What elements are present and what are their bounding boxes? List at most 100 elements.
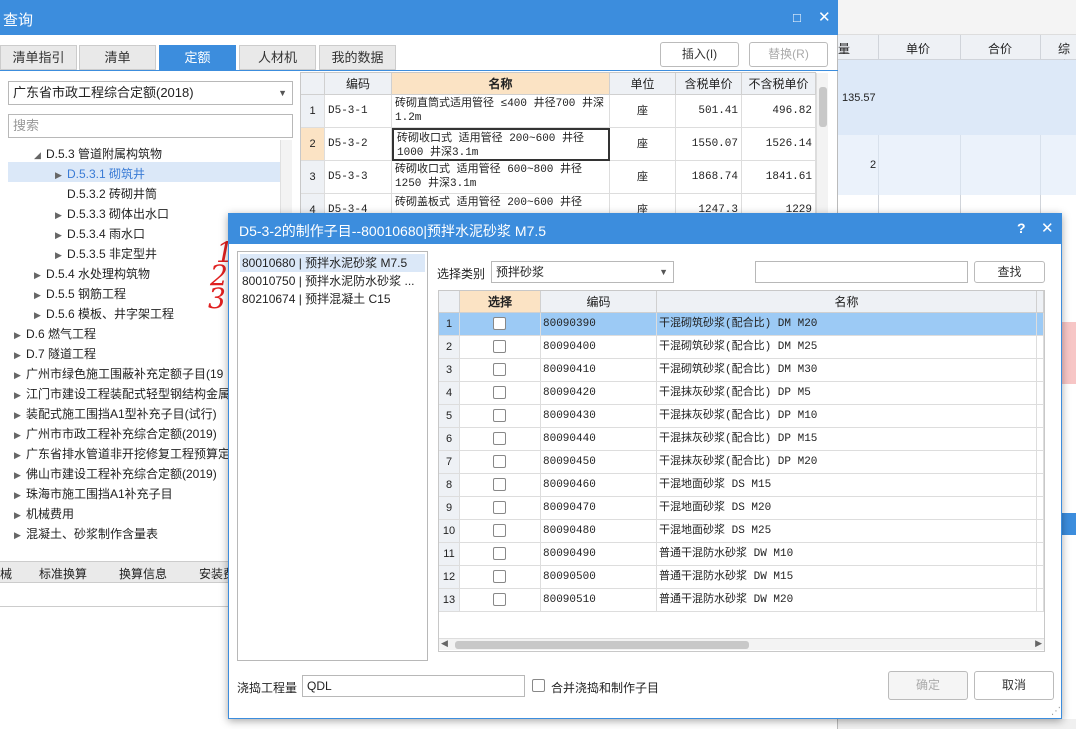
row-name: 干混砌筑砂浆(配合比) DM M20 <box>657 313 1037 336</box>
row-number: 6 <box>439 428 460 451</box>
tree-item-d-6[interactable]: ▶ D.6 燃气工程 <box>14 325 96 342</box>
row-checkbox[interactable] <box>493 409 506 422</box>
scroll-right-icon[interactable]: ▶ <box>1035 638 1042 649</box>
ok-button[interactable]: 确定 <box>888 671 968 700</box>
tree-item-guangdong-drainage[interactable]: ▶ 广东省排水管道非开挖修复工程预算定 <box>14 445 230 462</box>
row-code: 80090480 <box>541 520 657 543</box>
tab-bill[interactable]: 清单 <box>79 45 156 70</box>
query-titlebar: 查询 □ ✕ <box>0 0 838 35</box>
collapsed-icon: ▶ <box>14 510 21 520</box>
bg-highlight <box>1062 322 1076 384</box>
category-select[interactable]: 预拌砂浆 ▼ <box>491 261 674 283</box>
scroll-thumb[interactable] <box>819 87 827 127</box>
tree-item-prefab-fence[interactable]: ▶ 装配式施工围挡A1型补充子目(试行) <box>14 405 217 422</box>
bg-col-qty: 量 <box>838 42 851 56</box>
material-item[interactable]: 80010750 | 预拌水泥防水砂浆 ... <box>240 272 425 290</box>
tree-item-d-7[interactable]: ▶ D.7 隧道工程 <box>14 345 96 362</box>
tree-item-foshan[interactable]: ▶ 佛山市建设工程补充综合定额(2019) <box>14 465 217 482</box>
bg-col-total: 合价 <box>988 42 1013 56</box>
row-code: 80090410 <box>541 359 657 382</box>
quota-header-price-notax: 不含税单价 <box>742 73 816 95</box>
material-item[interactable]: 80010680 | 预拌水泥砂浆 M7.5 <box>240 254 425 272</box>
tree-item-d-5-3-1[interactable]: ▶ D.5.3.1 砌筑井 <box>55 165 145 182</box>
cancel-button[interactable]: 取消 <box>974 671 1054 700</box>
row-checkbox[interactable] <box>493 340 506 353</box>
tree-item-machinery[interactable]: ▶ 机械费用 <box>14 505 74 522</box>
row-name: 干混抹灰砂浆(配合比) DP M20 <box>657 451 1037 474</box>
resize-grip-icon[interactable]: ⋰ <box>1051 706 1061 717</box>
bottom-tab-convert-info[interactable]: 换算信息 <box>119 565 167 582</box>
quota-price-tax: 1868.74 <box>676 161 742 194</box>
quota-code: D5-3-1 <box>325 95 392 128</box>
row-checkbox[interactable] <box>493 570 506 583</box>
tree-item-guangzhou-green[interactable]: ▶ 广州市绿色施工围蔽补充定额子目(19 <box>14 365 223 382</box>
row-checkbox[interactable] <box>493 478 506 491</box>
search-input[interactable]: 搜索 <box>8 114 293 138</box>
close-icon[interactable]: ✕ <box>818 8 831 26</box>
category-value: 预拌砂浆 <box>496 265 545 279</box>
tab-quota[interactable]: 定额 <box>159 45 236 70</box>
scroll-left-icon[interactable]: ◀ <box>441 638 448 649</box>
select-cell <box>460 313 541 336</box>
tree-item-d-5-6[interactable]: ▶ D.5.6 模板、井字架工程 <box>34 305 174 322</box>
pour-quantity-label: 浇捣工程量 <box>237 681 298 695</box>
bg-value: 2 <box>870 159 877 171</box>
library-select[interactable]: 广东省市政工程综合定额(2018) ▼ <box>8 81 293 105</box>
row-filler <box>1037 474 1044 497</box>
collapsed-icon: ▶ <box>55 210 62 220</box>
row-name: 干混抹灰砂浆(配合比) DP M5 <box>657 382 1037 405</box>
merge-checkbox[interactable] <box>532 679 545 692</box>
tree-item-d-5-3-5[interactable]: ▶ D.5.3.5 非定型井 <box>55 245 157 262</box>
tree-item-d-5-3-3[interactable]: ▶ D.5.3.3 砌体出水口 <box>55 205 169 222</box>
replace-button[interactable]: 替换(R) <box>749 42 828 67</box>
quota-price-tax: 1550.07 <box>676 128 742 161</box>
row-filler <box>1037 382 1044 405</box>
select-cell <box>460 451 541 474</box>
help-icon[interactable]: ? <box>1017 220 1026 236</box>
insert-button[interactable]: 插入(I) <box>660 42 739 67</box>
row-checkbox[interactable] <box>493 593 506 606</box>
collapsed-icon: ▶ <box>14 450 21 460</box>
maximize-icon[interactable]: □ <box>793 10 801 25</box>
dialog-search-input[interactable] <box>755 261 968 283</box>
bottom-tab-standard-convert[interactable]: 标准换算 <box>39 565 87 582</box>
tree-item-d-5-3[interactable]: ◢ D.5.3 管道附属构筑物 <box>34 145 162 162</box>
collapsed-icon: ▶ <box>55 250 62 260</box>
tree-item-d-5-4[interactable]: ▶ D.5.4 水处理构筑物 <box>34 265 150 282</box>
tree-item-d-5-3-2[interactable]: D.5.3.2 砖砌井筒 <box>55 185 157 202</box>
row-name: 干混抹灰砂浆(配合比) DP M15 <box>657 428 1037 451</box>
row-filler <box>1037 566 1044 589</box>
bottom-tab-machine[interactable]: 械 <box>0 565 12 582</box>
row-checkbox[interactable] <box>493 363 506 376</box>
tree-item-concrete-mortar[interactable]: ▶ 混凝土、砂浆制作含量表 <box>14 525 158 542</box>
annotation-mark-3: 3 <box>208 282 226 315</box>
quota-scrollbar[interactable] <box>816 73 828 223</box>
row-checkbox[interactable] <box>493 547 506 560</box>
row-filler <box>1037 497 1044 520</box>
row-checkbox[interactable] <box>493 386 506 399</box>
row-number: 5 <box>439 405 460 428</box>
row-checkbox[interactable] <box>493 455 506 468</box>
pour-quantity-input[interactable]: QDL <box>302 675 525 697</box>
tab-my-data[interactable]: 我的数据 <box>319 45 396 70</box>
tab-bill-guide[interactable]: 清单指引 <box>0 45 77 70</box>
row-checkbox[interactable] <box>493 317 506 330</box>
grid-hscrollbar[interactable]: ◀ ▶ <box>439 638 1044 650</box>
tree-item-d-5-5[interactable]: ▶ D.5.5 钢筋工程 <box>34 285 126 302</box>
tree-item-d-5-3-4[interactable]: ▶ D.5.3.4 雨水口 <box>55 225 145 242</box>
row-checkbox[interactable] <box>493 432 506 445</box>
close-icon[interactable]: ✕ <box>1041 219 1054 237</box>
tree-item-guangzhou-municipal[interactable]: ▶ 广州市市政工程补充综合定额(2019) <box>14 425 217 442</box>
row-checkbox[interactable] <box>493 501 506 514</box>
tab-labor-material[interactable]: 人材机 <box>239 45 316 70</box>
row-name: 干混抹灰砂浆(配合比) DP M10 <box>657 405 1037 428</box>
material-item[interactable]: 80210674 | 预拌混凝土 C15 <box>240 290 425 308</box>
row-checkbox[interactable] <box>493 524 506 537</box>
tab-underline <box>0 70 838 71</box>
tree-item-jiangmen[interactable]: ▶ 江门市建设工程装配式轻型钢结构金属 <box>14 385 230 402</box>
row-number: 11 <box>439 543 460 566</box>
scroll-thumb[interactable] <box>455 641 749 649</box>
find-button[interactable]: 查找 <box>974 261 1045 283</box>
tree-item-zhuhai[interactable]: ▶ 珠海市施工围挡A1补充子目 <box>14 485 173 502</box>
row-number: 1 <box>439 313 460 336</box>
